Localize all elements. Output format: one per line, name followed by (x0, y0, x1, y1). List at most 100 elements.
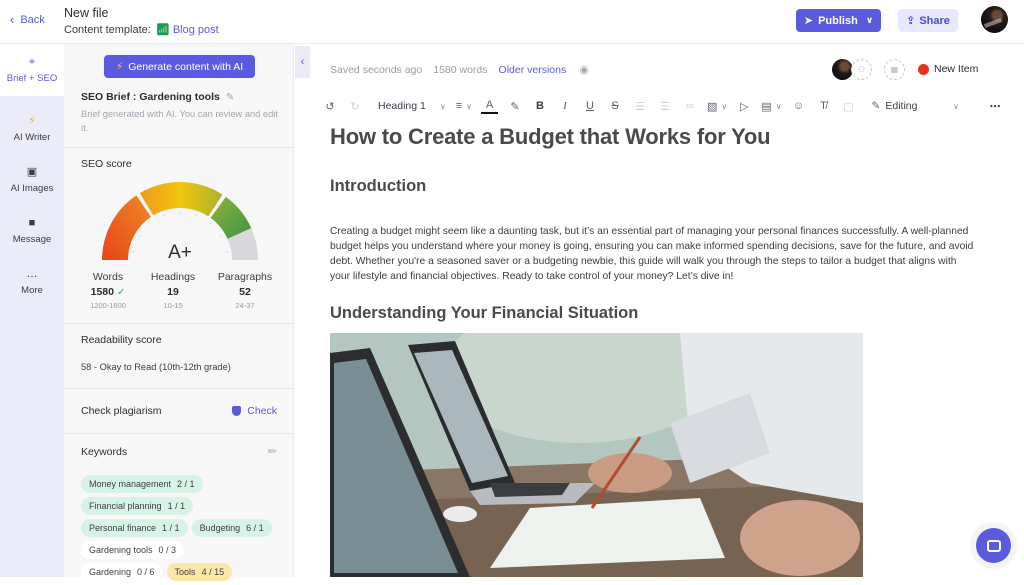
stat-paragraphs: Paragraphs 52 24-37 (210, 271, 280, 310)
message-icon: ■ (28, 217, 36, 229)
keyword-chip[interactable]: Gardening tools 0 / 3 (81, 541, 185, 559)
user-avatar[interactable] (981, 6, 1008, 33)
document-title[interactable]: How to Create a Budget that Works for Yo… (330, 124, 975, 150)
keyword-chip[interactable]: Tools 4 / 15 (166, 563, 233, 581)
stat-headings: Headings 19 10-15 (138, 271, 208, 310)
rail-item-ai-writer[interactable]: ⚡︎ AI Writer (0, 103, 64, 155)
chevron-down-icon[interactable]: ∨ (948, 96, 964, 116)
video-play-icon[interactable]: ▷ (736, 96, 752, 116)
bold-icon[interactable]: B (532, 96, 548, 116)
more-dots-icon: … (26, 268, 38, 280)
collaborator-avatar[interactable] (832, 59, 853, 80)
numbered-list-icon[interactable]: ☰ (657, 96, 673, 116)
check-plagiarism-button[interactable]: Check (232, 405, 277, 417)
readability-value: 58 - Okay to Read (10th-12th grade) (81, 362, 231, 372)
underline-icon[interactable]: U (582, 96, 598, 116)
highlight-icon[interactable]: ✎ (507, 96, 523, 116)
keyword-chip[interactable]: Personal finance 1 / 1 (81, 519, 188, 537)
publish-button[interactable]: ➤ Publish ∨ (796, 9, 881, 32)
heading-financial-situation[interactable]: Understanding Your Financial Situation (330, 304, 638, 323)
color-bar (481, 111, 499, 114)
status-selector[interactable]: New Item (918, 63, 978, 75)
keyword-term: Financial planning (89, 501, 162, 511)
keyword-term: Personal finance (89, 523, 157, 533)
stat-words: Words 1580 ✓ 1200-1800 (73, 271, 143, 310)
rail-item-message[interactable]: ■ Message (0, 205, 64, 257)
keyword-count: 4 / 15 (201, 567, 225, 577)
more-options-icon[interactable]: ⋯ (987, 96, 1003, 116)
link-icon[interactable]: ∞ (682, 96, 698, 116)
seo-grade: A+ (168, 242, 192, 263)
shield-icon (232, 406, 242, 416)
stat-value: 19 (167, 286, 179, 298)
image-insert-dropdown[interactable]: ▧ ∨ (707, 96, 727, 116)
collapse-panel-button[interactable]: ‹ (295, 46, 310, 78)
divider (64, 323, 294, 324)
keyword-chip[interactable]: Gardening 0 / 6 (81, 563, 163, 581)
gauge-tick (209, 222, 212, 226)
rail-label: AI Writer (13, 132, 51, 143)
strikethrough-icon[interactable]: S (607, 96, 623, 116)
top-bar: ‹ Back New file Content template: 📶︎ Blo… (0, 0, 1024, 44)
keyword-term: Money management (89, 479, 172, 489)
bolt-icon: ⚡︎ (28, 115, 36, 127)
chevron-down-icon: ∨ (775, 101, 782, 111)
generate-label: Generate content with AI (128, 60, 244, 73)
calendar-icon[interactable]: ▦ (884, 59, 905, 80)
edit-icon[interactable]: ✎ (226, 92, 234, 103)
redo-icon[interactable]: ↻ (347, 96, 363, 116)
keyword-term: Tools (174, 567, 196, 577)
gauge-segment-yellow (139, 182, 223, 217)
back-label: Back (20, 13, 45, 26)
readability-title: Readability score (81, 334, 162, 346)
document-body[interactable]: How to Create a Budget that Works for Yo… (330, 124, 975, 322)
plagiarism-title: Check plagiarism (81, 405, 162, 417)
brief-title: SEO Brief : Gardening tools ✎ (81, 91, 234, 103)
generate-content-button[interactable]: ⚡︎ Generate content with AI (104, 55, 255, 78)
add-user-icon[interactable]: ⚇ (851, 59, 872, 80)
status-label: New Item (934, 63, 979, 75)
word-count: 1580 words (433, 63, 488, 76)
keyword-chip[interactable]: Financial planning 1 / 1 (81, 497, 194, 515)
template-link[interactable]: Blog post (173, 24, 219, 36)
chat-widget-button[interactable] (976, 528, 1011, 563)
stat-range: 10-15 (163, 301, 183, 310)
block-type-dropdown[interactable]: Heading 1 ∨ (378, 96, 446, 116)
eye-icon[interactable]: ◉ (579, 63, 589, 76)
table-icon: ▤ (761, 100, 772, 113)
older-versions-link[interactable]: Older versions (499, 64, 567, 76)
emoji-icon[interactable]: ☺ (791, 96, 807, 116)
article-image[interactable] (330, 333, 863, 577)
check-label: Check (247, 405, 277, 417)
status-dot (918, 63, 929, 75)
keyword-chip[interactable]: Budgeting 6 / 1 (191, 519, 272, 537)
clear-format-icon[interactable]: T̸ (816, 96, 832, 116)
keyword-term: Budgeting (199, 523, 241, 533)
table-dropdown[interactable]: ▤ ∨ (761, 96, 781, 116)
text-color-button[interactable]: A (481, 96, 499, 116)
editing-mode-dropdown[interactable]: ✎ Editing (872, 96, 918, 116)
align-dropdown[interactable]: ≡ ∨ (456, 96, 472, 116)
italic-icon[interactable]: I (557, 96, 573, 116)
back-button[interactable]: ‹ Back (10, 13, 45, 26)
comment-icon[interactable]: ▢ (841, 96, 857, 116)
share-button[interactable]: ⇪ Share (898, 9, 958, 32)
rail-item-ai-images[interactable]: ▣ AI Images (0, 154, 64, 206)
rail-item-more[interactable]: … More (0, 256, 64, 308)
keyword-count: 6 / 1 (246, 523, 264, 533)
chevron-down-icon: ∨ (466, 101, 473, 111)
rail-item-brief-seo[interactable]: ⌖ Brief + SEO (0, 44, 64, 96)
pencil-icon[interactable]: ✏︎ (268, 445, 277, 458)
heading-introduction[interactable]: Introduction (330, 177, 426, 196)
words-value: 1580 (90, 286, 114, 298)
bullet-list-icon[interactable]: ☰ (632, 96, 648, 116)
editing-mode-label: Editing (885, 100, 918, 112)
chevron-down-icon: ∨ (721, 101, 728, 111)
editor-toolbar: ↺ ↻ Heading 1 ∨ ≡ ∨ A ✎ B I U S ☰ ☰ ∞ ▧ ∨ ▷… (322, 96, 1012, 116)
intro-paragraph[interactable]: Creating a budget might seem like a daun… (330, 224, 975, 284)
keyword-chip[interactable]: Money management 2 / 1 (81, 475, 203, 493)
undo-icon[interactable]: ↺ (322, 96, 338, 116)
file-title: New file (64, 6, 109, 20)
chat-icon (986, 539, 1001, 552)
gauge-tick (219, 235, 223, 238)
